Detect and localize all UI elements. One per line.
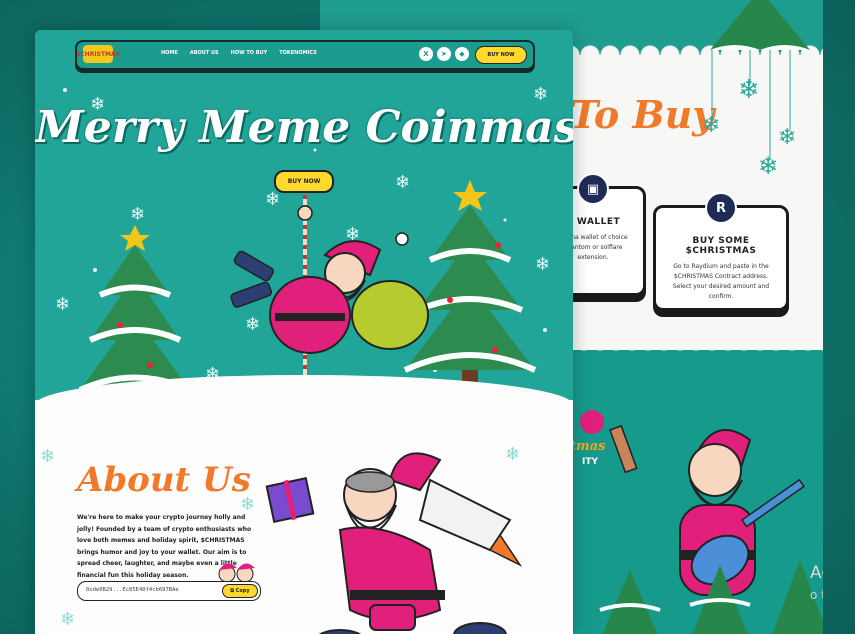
social-icons: X ➤ ◆ <box>419 47 469 61</box>
svg-text:❄: ❄ <box>55 294 70 315</box>
svg-text:ITY: ITY <box>582 457 598 467</box>
buy-now-hero-button[interactable]: BUY NOW <box>274 170 334 193</box>
svg-text:❄: ❄ <box>738 75 760 105</box>
nav-link-home[interactable]: HOME <box>161 50 178 56</box>
nav-link-about[interactable]: ABOUT US <box>190 50 219 56</box>
step-text: Go to Raydium and paste in the $CHRISTMA… <box>672 263 770 300</box>
nav-link-tokenomics[interactable]: TOKENOMICS <box>279 50 317 56</box>
watermark-line1: Activ <box>810 563 823 583</box>
step-title: BUY SOME $CHRISTMAS <box>685 236 757 256</box>
tree-top-icon <box>710 0 810 50</box>
x-icon[interactable]: X <box>419 47 433 61</box>
top-navbar: $CHRISTMAS HOME ABOUT US HOW TO BUY TOKE… <box>75 40 535 70</box>
contract-address: 0xde0B29...Ec85E40f4cb697BAe <box>86 587 179 593</box>
buy-now-nav-button[interactable]: BUY NOW <box>475 46 527 64</box>
step-card-buy: R BUY SOME $CHRISTMAS Go to Raydium and … <box>653 192 789 311</box>
watermark-line2: o to <box>810 588 823 602</box>
svg-text:❄: ❄ <box>40 446 55 467</box>
svg-text:❄: ❄ <box>702 113 720 138</box>
svg-text:❄: ❄ <box>758 152 778 180</box>
copy-label: Copy <box>235 588 250 594</box>
telegram-icon[interactable]: ➤ <box>437 47 451 61</box>
svg-text:❄: ❄ <box>395 172 410 193</box>
svg-text:❄: ❄ <box>130 204 145 225</box>
nav-link-how-to-buy[interactable]: HOW TO BUY <box>231 50 268 56</box>
svg-text:❄: ❄ <box>60 609 75 630</box>
santa-peek-icon <box>218 563 255 583</box>
svg-text:tmas: tmas <box>570 439 606 454</box>
landing-page-card: ❄ ❄ ❄ ❄ ❄ ❄ ❄ ❄ ❄ ❄ ❄ ❄ ❄ ❄ $CHRISTMAS H… <box>35 30 573 634</box>
svg-text:❄: ❄ <box>778 125 796 150</box>
contract-address-field[interactable]: 0xde0B29...Ec85E40f4cb697BAe ⧉ Copy <box>77 581 261 601</box>
copy-button[interactable]: ⧉ Copy <box>222 584 258 598</box>
about-title: About Us <box>77 460 251 500</box>
how-to-buy-title: To Buy <box>570 92 715 137</box>
hero-headline: Merry Meme Coinmas! <box>35 102 573 153</box>
santa-climbing-rope-illustration <box>230 195 429 385</box>
raydium-icon: R <box>705 192 737 224</box>
site-logo[interactable]: $CHRISTMAS <box>76 45 120 63</box>
svg-text:❄: ❄ <box>505 444 520 465</box>
dex-icon[interactable]: ◆ <box>455 47 469 61</box>
christmas-community-logo: tmas ITY <box>570 410 606 467</box>
wallet-icon: ▣ <box>577 173 609 205</box>
nav-links: HOME ABOUT US HOW TO BUY TOKENOMICS <box>161 50 317 56</box>
